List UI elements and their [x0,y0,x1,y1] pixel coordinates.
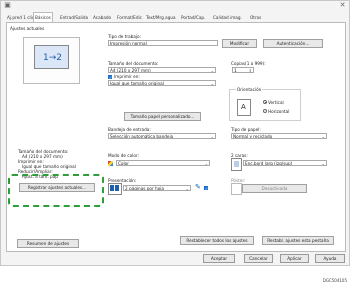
orientation-vertical-label: Vertical [268,100,284,105]
orientation-label: Orientación [236,87,263,92]
two-sided-value: Enc.bord larg (izq/sup) [245,161,293,166]
modify-button[interactable]: Modificar [222,39,257,48]
chevron-down-icon: ⌄ [321,161,325,166]
input-tray-value: Selección automática bandeja [110,134,174,139]
document-size-label: Tamaño del documento: [108,61,159,66]
tab-finishing[interactable]: Acabado [93,14,111,22]
print-on-label: Imprimir en: [114,74,140,79]
print-on-value: Igual que tamaño original [110,81,164,86]
current-settings-heading: Ajustes actuales [10,26,45,31]
document-size-select[interactable]: A4 (210 x 297 mm) ⌄ [108,67,216,73]
ok-button[interactable]: Aceptar [203,254,235,263]
layout-options-checkbox[interactable]: ✓ [204,186,208,191]
tab-one-click[interactable]: Aj.pred 1 clic [7,14,34,22]
tab-other[interactable]: Otros [250,14,261,22]
color-mode-value: Color [118,161,129,166]
chevron-down-icon: ⌄ [204,161,208,166]
preview-2up-icon: 1→2 [43,53,62,63]
stepper-arrows-icon[interactable]: ⇕ [249,68,252,72]
poster-button[interactable]: Desactivada [242,184,307,193]
chevron-down-icon: ⌄ [185,186,189,191]
print-properties-window: ▣ ✕ Aj.pred 1 clic Básicos Entrad/Salida… [0,0,350,266]
figure-code: DGC504105 [322,278,347,283]
job-type-label: Tipo de trabajo: [108,34,141,39]
tab-input-output[interactable]: Entrad/Salida [60,14,88,22]
chevron-down-icon: ⌄ [321,134,325,139]
input-tray-select[interactable]: Selección automática bandeja ⌄ [108,133,216,139]
layout-icon [108,183,122,195]
tab-format-edit[interactable]: Format/Edic [117,14,142,22]
orientation-vertical-radio[interactable] [263,100,267,104]
close-icon[interactable]: ✕ [338,1,347,10]
copies-label: Copias(1 a 999): [231,61,266,66]
layout-value: 2 páginas por hoja [125,186,164,191]
help-button[interactable]: Ayuda [315,254,345,263]
svg-text:1→2: 1→2 [43,53,62,63]
orientation-group: Orientación A Vertical Horizontal [229,87,301,121]
poster-icon [231,183,242,195]
tab-watermark[interactable]: Text/Mrg.agua [146,14,176,22]
basic-panel: Ajustes actuales 1→2 Tamaño del document… [6,22,346,252]
paper-type-value: Normal y reciclado [233,134,273,139]
two-sided-select[interactable]: Enc.bord larg (izq/sup) ⌄ [243,160,327,166]
color-swatch-icon [108,161,113,166]
color-mode-select[interactable]: Color ⌄ [116,160,210,166]
authentication-button[interactable]: Autenticación... [263,39,323,48]
restore-all-settings-button[interactable]: Restablecer todos los ajustes [180,236,254,245]
tab-bar: Aj.pred 1 clic Básicos Entrad/Salida Aca… [6,12,346,23]
copies-stepper[interactable]: 1 ⇕ [232,67,254,73]
job-type-value: Impresión normal [110,41,147,46]
paper-type-select[interactable]: Normal y reciclado ⌄ [231,133,327,139]
orientation-horizontal-radio[interactable] [263,109,267,113]
input-tray-label: Bandeja de entrada: [108,127,151,132]
print-on-select[interactable]: Igual que tamaño original ⌄ [108,80,216,86]
printer-icon: ▣ [4,1,11,9]
chevron-down-icon: ⌄ [210,81,214,86]
paper-type-label: Tipo de papel: [231,127,261,132]
tab-image-quality[interactable]: Calidad imag. [213,14,242,22]
print-on-checkbox[interactable]: ✓ [108,75,112,80]
register-current-settings-button[interactable]: Registrar ajustes actuales... [19,183,95,192]
layout-select[interactable]: 2 páginas por hoja ⌄ [123,185,191,191]
settings-summary-button[interactable]: Resumen de ajustes [17,239,79,248]
chevron-down-icon: ⌄ [210,68,214,73]
custom-paper-size-button[interactable]: Tamaño papel personalizado... [124,112,201,121]
two-sided-icon [231,158,242,171]
chevron-down-icon: ⌄ [210,134,214,139]
document-size-value: A4 (210 x 297 mm) [110,68,151,73]
copies-value: 1 [234,68,237,73]
edit-pencil-icon[interactable]: ✎ [195,183,201,191]
job-type-field[interactable]: Impresión normal [108,40,218,46]
color-mode-label: Modo de color: [108,153,139,158]
tab-cover[interactable]: Portad/Cap. [181,14,205,22]
apply-button[interactable]: Aplicar [280,254,309,263]
page-preview: 1→2 [23,37,80,84]
orientation-horizontal-label: Horizontal [268,109,290,114]
restore-tab-settings-button[interactable]: Restabl. ajustes esta pestaña [262,236,334,245]
orientation-page-icon: A [237,99,251,116]
cancel-button[interactable]: Cancelar [244,254,273,263]
